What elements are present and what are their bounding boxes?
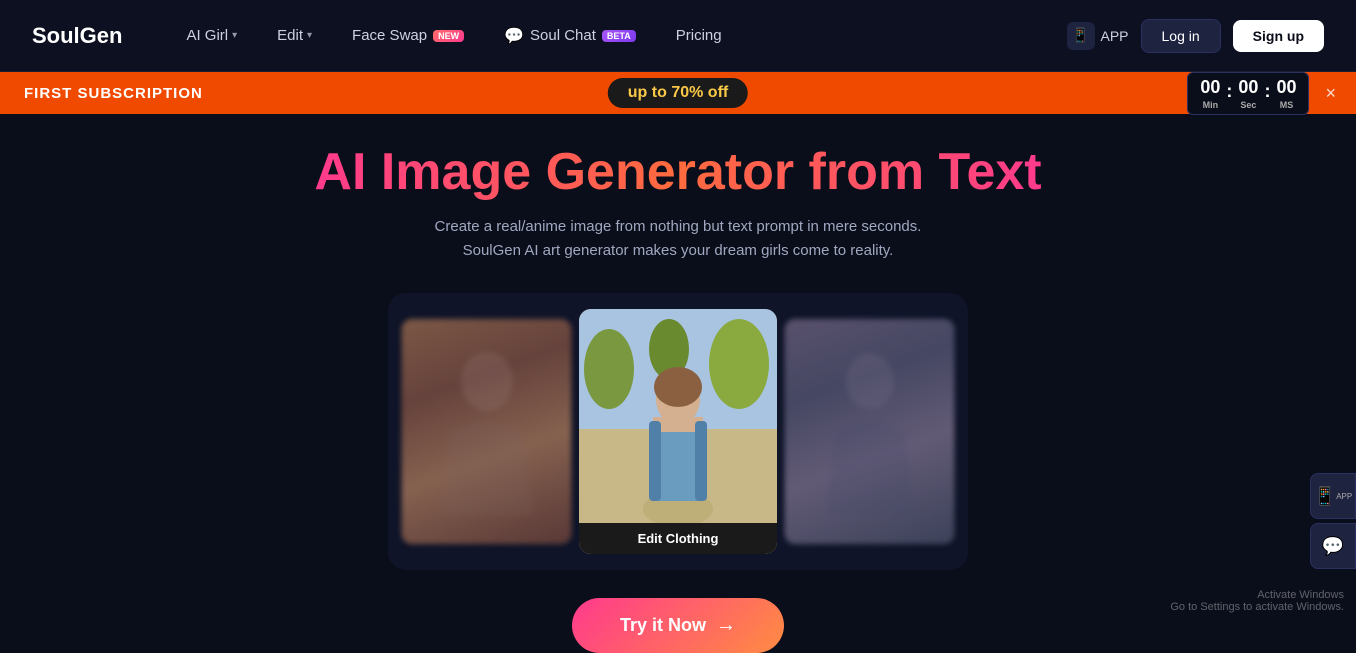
promo-banner: FIRST SUBSCRIPTION up to 70% off 00 Min …	[0, 72, 1356, 114]
chevron-down-icon: ▾	[307, 30, 312, 41]
app-icon: 📱	[1067, 22, 1095, 50]
chevron-down-icon: ▾	[232, 30, 237, 41]
image-placeholder-right	[784, 319, 954, 544]
nav-label-ai-girl: AI Girl	[186, 27, 228, 44]
app-button[interactable]: 📱 APP	[1067, 22, 1129, 50]
timer-ms: 00	[1276, 77, 1296, 98]
try-it-now-button[interactable]: Try it Now →	[572, 598, 784, 653]
login-button[interactable]: Log in	[1141, 19, 1221, 53]
timer-seconds-label: Sec	[1240, 100, 1256, 110]
nav-item-face-swap[interactable]: Face Swap NEW	[336, 19, 480, 52]
nav-item-soul-chat[interactable]: 💬 Soul Chat Beta	[488, 18, 652, 54]
navbar: SoulGen AI Girl ▾ Edit ▾ Face Swap NEW 💬…	[0, 0, 1356, 72]
soul-chat-icon: 💬	[504, 26, 524, 46]
nav-label-pricing: Pricing	[676, 27, 722, 44]
main-content: AI Image Generator from Text Create a re…	[0, 114, 1356, 653]
promo-center: up to 70% off	[608, 78, 748, 108]
timer-sep-1: :	[1226, 81, 1232, 106]
discount-pill: up to 70% off	[608, 78, 748, 108]
hero-subtitle-line1: Create a real/anime image from nothing b…	[435, 218, 922, 235]
floating-chat-button[interactable]: 💬	[1310, 523, 1356, 569]
signup-button[interactable]: Sign up	[1233, 20, 1324, 52]
image-placeholder-center: Edit Clothing	[579, 309, 777, 554]
app-store-label: APP	[1336, 492, 1352, 501]
timer-ms-label: MS	[1280, 100, 1294, 110]
timer-minutes-label: Min	[1203, 100, 1219, 110]
nav-right: 📱 APP Log in Sign up	[1067, 19, 1325, 53]
countdown-timer: 00 Min : 00 Sec : 00 MS	[1187, 72, 1309, 115]
floating-right-panel: 📱 APP 💬	[1310, 473, 1356, 569]
nav-label-face-swap: Face Swap	[352, 27, 427, 44]
outdoor-scene	[579, 309, 777, 554]
beta-badge: Beta	[602, 30, 636, 42]
promo-discount-amount: 70% off	[671, 84, 728, 101]
person-silhouette-left	[431, 340, 541, 524]
hero-title: AI Image Generator from Text	[314, 144, 1041, 201]
nav-item-edit[interactable]: Edit ▾	[261, 19, 328, 52]
image-carousel: Edit Clothing	[388, 293, 968, 570]
logo[interactable]: SoulGen	[32, 23, 122, 49]
promo-left-text: FIRST SUBSCRIPTION	[24, 85, 203, 102]
person-silhouette-right	[814, 340, 924, 524]
timer-minutes: 00	[1200, 77, 1220, 98]
hero-subtitle: Create a real/anime image from nothing b…	[435, 215, 922, 263]
nav-label-soul-chat: Soul Chat	[530, 27, 596, 44]
timer-sep-2: :	[1264, 81, 1270, 106]
timer-seconds-group: 00 Sec	[1238, 77, 1258, 110]
new-badge: NEW	[433, 30, 464, 42]
timer-seconds: 00	[1238, 77, 1258, 98]
chat-bubble-icon: 💬	[1322, 536, 1344, 557]
nav-label-edit: Edit	[277, 27, 303, 44]
promo-close-button[interactable]: ×	[1325, 83, 1336, 104]
image-placeholder-left	[401, 319, 571, 544]
promo-up-to: up to	[628, 84, 667, 101]
carousel-image-left	[401, 319, 571, 544]
timer-ms-group: 00 MS	[1276, 77, 1296, 110]
edit-label: Edit Clothing	[579, 523, 777, 554]
hero-subtitle-line2: SoulGen AI art generator makes your drea…	[463, 242, 894, 259]
nav-item-pricing[interactable]: Pricing	[660, 19, 738, 52]
cta-section: Try it Now →	[572, 598, 784, 653]
nav-links: AI Girl ▾ Edit ▾ Face Swap NEW 💬 Soul Ch…	[170, 18, 1066, 54]
app-label: APP	[1101, 28, 1129, 44]
carousel-image-right	[784, 319, 954, 544]
cta-arrow-icon: →	[716, 614, 736, 637]
floating-app-button[interactable]: 📱 APP	[1310, 473, 1356, 519]
carousel-image-center: Edit Clothing	[579, 309, 777, 554]
timer-minutes-group: 00 Min	[1200, 77, 1220, 110]
nav-item-ai-girl[interactable]: AI Girl ▾	[170, 19, 253, 52]
promo-right: 00 Min : 00 Sec : 00 MS ×	[1187, 72, 1336, 115]
app-store-icon: 📱	[1314, 486, 1336, 507]
cta-label: Try it Now	[620, 615, 706, 636]
